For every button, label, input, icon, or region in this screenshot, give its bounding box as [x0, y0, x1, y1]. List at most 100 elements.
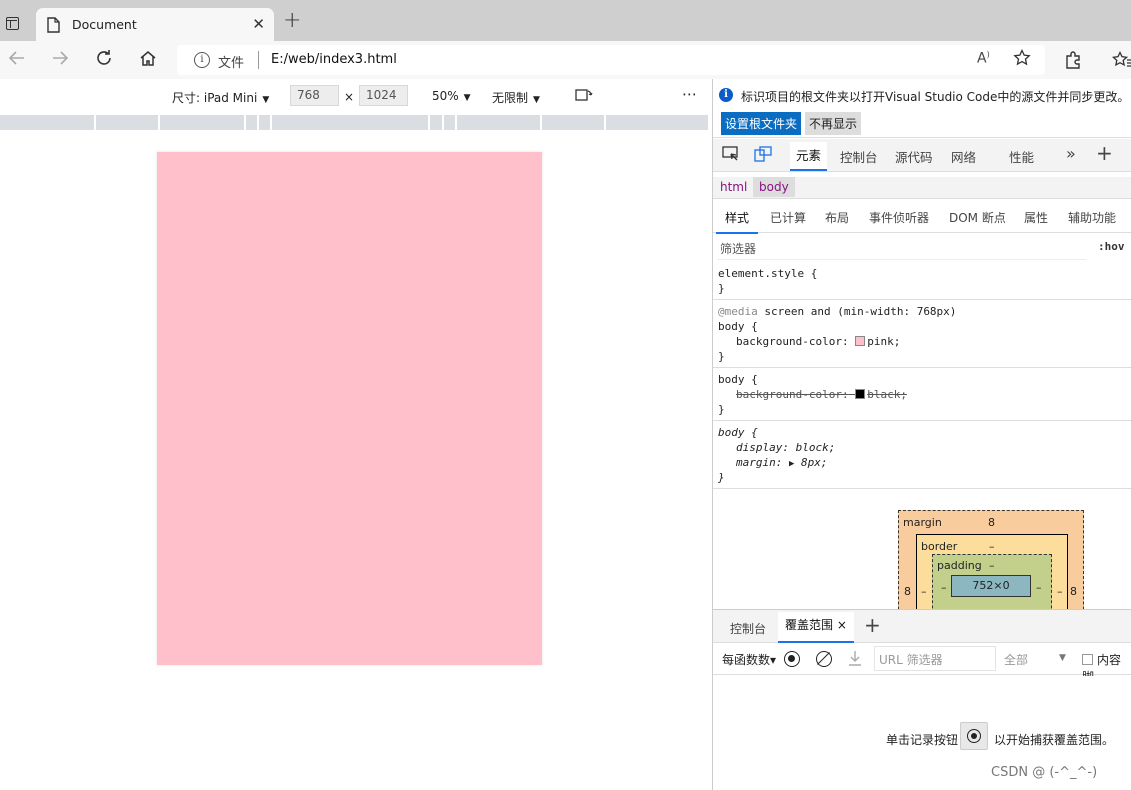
tab-sources[interactable]: 源代码: [895, 147, 933, 166]
margin-left-value[interactable]: 8: [904, 585, 911, 598]
clear-icon[interactable]: [816, 651, 832, 667]
declaration-background-color[interactable]: background-color: pink;: [718, 334, 1127, 349]
url-filter-input[interactable]: URL 筛选器: [874, 646, 996, 671]
declaration-margin[interactable]: margin: ▶ 8px;: [718, 455, 1127, 470]
rule-selector: element.style {: [718, 267, 818, 280]
box-model-margin[interactable]: margin 8 8 8 border – – – padding – – – …: [898, 510, 1084, 609]
favorites-icon[interactable]: [1111, 50, 1131, 73]
subtab-event-listeners[interactable]: 事件侦听器: [869, 209, 929, 226]
add-tab-button[interactable]: +: [1096, 141, 1113, 165]
checkbox-icon[interactable]: [1082, 654, 1093, 665]
subtab-layout[interactable]: 布局: [825, 209, 849, 226]
padding-left-value[interactable]: –: [941, 581, 947, 594]
devtools-info-bar: i 标识项目的根文件夹以打开Visual Studio Code中的源文件并同步…: [713, 79, 1131, 138]
style-rule-body-overridden[interactable]: body { background-color: black; }: [713, 368, 1131, 421]
padding-label: padding: [937, 559, 982, 572]
drawer-tab-console[interactable]: 控制台: [730, 620, 766, 637]
box-model-padding[interactable]: padding – – – 752×0: [932, 554, 1052, 609]
declaration-background-color-overridden[interactable]: background-color: black;: [718, 387, 1127, 402]
coverage-empty-state: 单击记录按钮 以开始捕获覆盖范围。 CSDN @ (-^_^-): [713, 676, 1131, 790]
color-swatch-icon[interactable]: [855, 336, 866, 346]
declaration-display[interactable]: display: block;: [718, 440, 1127, 455]
margin-label: margin: [903, 516, 942, 529]
home-icon[interactable]: [139, 49, 157, 72]
info-icon[interactable]: i: [194, 52, 210, 68]
browser-tab[interactable]: Document ✕: [36, 8, 274, 41]
forward-arrow-icon[interactable]: [51, 49, 69, 72]
rotate-icon[interactable]: [575, 87, 593, 106]
box-model-border[interactable]: border – – – padding – – – 752×0: [916, 534, 1068, 609]
caret-down-icon: ▼: [463, 93, 471, 103]
device-toolbar-more-button[interactable]: ⋯: [682, 85, 697, 103]
tab-strip: Document ✕ +: [0, 0, 1131, 41]
coverage-type-selector[interactable]: 每函数数▾: [722, 651, 776, 668]
favorite-add-icon[interactable]: [1013, 48, 1031, 71]
drawer-tab-coverage[interactable]: 覆盖范围 ×: [778, 612, 854, 643]
page-body-pink[interactable]: [157, 152, 542, 665]
tab-console[interactable]: 控制台: [840, 147, 878, 166]
rule-close: }: [718, 282, 725, 295]
rule-selector: body {: [718, 320, 758, 333]
address-url[interactable]: E:/web/index3.html: [271, 52, 397, 67]
download-icon[interactable]: [848, 650, 862, 669]
record-icon[interactable]: [784, 651, 800, 667]
media-query: @media screen and (min-width: 768px): [718, 305, 957, 318]
extensions-icon[interactable]: [1064, 51, 1082, 73]
media-query-ruler[interactable]: [0, 115, 708, 130]
zoom-selector[interactable]: 50% ▼: [432, 89, 471, 103]
more-tabs-button[interactable]: »: [1066, 144, 1076, 163]
margin-right-value[interactable]: 8: [1070, 585, 1077, 598]
refresh-icon[interactable]: [95, 49, 113, 72]
filter-placeholder: 筛选器: [720, 242, 757, 256]
hover-state-toggle[interactable]: :hov: [1098, 240, 1125, 253]
throttle-selector[interactable]: 无限制 ▼: [492, 89, 540, 106]
device-width-input[interactable]: 768: [290, 85, 339, 106]
box-model-diagram: margin 8 8 8 border – – – padding – – – …: [713, 484, 1131, 609]
tab-close-button[interactable]: ✕: [252, 15, 265, 33]
dont-show-again-button[interactable]: 不再显示: [805, 112, 862, 135]
subtab-dom-breakpoints[interactable]: DOM 断点: [949, 209, 1006, 226]
coverage-hint-prefix: 单击记录按钮: [886, 733, 959, 747]
style-rule-element[interactable]: element.style { }: [713, 262, 1131, 300]
tab-network[interactable]: 网络: [951, 147, 976, 166]
border-right-value[interactable]: –: [1057, 585, 1063, 598]
expand-triangle-icon[interactable]: ▶: [789, 459, 794, 469]
device-height-input[interactable]: 1024: [359, 85, 408, 106]
border-top-value[interactable]: –: [989, 540, 995, 553]
padding-top-value[interactable]: –: [989, 559, 995, 572]
content-type-filter[interactable]: 全部: [1004, 651, 1028, 668]
padding-right-value[interactable]: –: [1036, 581, 1042, 594]
tab-actions-icon[interactable]: [6, 17, 19, 30]
box-model-content-size[interactable]: 752×0: [951, 575, 1031, 597]
breadcrumb-body[interactable]: body: [753, 177, 795, 197]
device-emulation-icon[interactable]: [754, 146, 772, 165]
border-left-value[interactable]: –: [921, 585, 927, 598]
border-label: border: [921, 540, 958, 553]
drawer-add-tab-button[interactable]: +: [864, 613, 881, 637]
address-bar[interactable]: i 文件 E:/web/index3.html A): [177, 45, 1045, 75]
caret-down-icon[interactable]: ▼: [1059, 653, 1066, 663]
devtools-panel: i 标识项目的根文件夹以打开Visual Studio Code中的源文件并同步…: [712, 79, 1131, 790]
style-rule-user-agent[interactable]: body { display: block; margin: ▶ 8px; }: [713, 421, 1131, 489]
tab-performance[interactable]: 性能: [1009, 147, 1034, 166]
device-selector[interactable]: 尺寸: iPad Mini ▼: [172, 89, 269, 106]
breadcrumb-html[interactable]: html: [720, 180, 747, 194]
inspect-element-icon[interactable]: [722, 146, 740, 165]
subtab-properties[interactable]: 属性: [1024, 209, 1048, 226]
read-aloud-icon[interactable]: A): [977, 50, 990, 67]
color-swatch-icon[interactable]: [855, 389, 866, 399]
back-arrow-icon[interactable]: [8, 49, 26, 72]
margin-top-value[interactable]: 8: [988, 516, 995, 529]
tab-elements[interactable]: 元素: [790, 142, 828, 171]
drawer-tab-close-icon[interactable]: ×: [837, 618, 847, 632]
set-root-folder-button[interactable]: 设置根文件夹: [721, 112, 802, 135]
emulated-viewport: [0, 130, 712, 790]
start-recording-button[interactable]: [960, 722, 988, 750]
new-tab-button[interactable]: +: [283, 8, 301, 33]
subtab-styles[interactable]: 样式: [716, 209, 759, 234]
subtab-computed[interactable]: 已计算: [770, 209, 806, 226]
styles-filter-input[interactable]: 筛选器: [717, 236, 1086, 260]
subtab-accessibility[interactable]: 辅助功能: [1068, 209, 1116, 226]
style-rule-media-body[interactable]: @media screen and (min-width: 768px) bod…: [713, 300, 1131, 368]
device-toolbar: 尺寸: iPad Mini ▼ 768 × 1024 50% ▼ 无限制 ▼ ⋯: [0, 79, 712, 113]
